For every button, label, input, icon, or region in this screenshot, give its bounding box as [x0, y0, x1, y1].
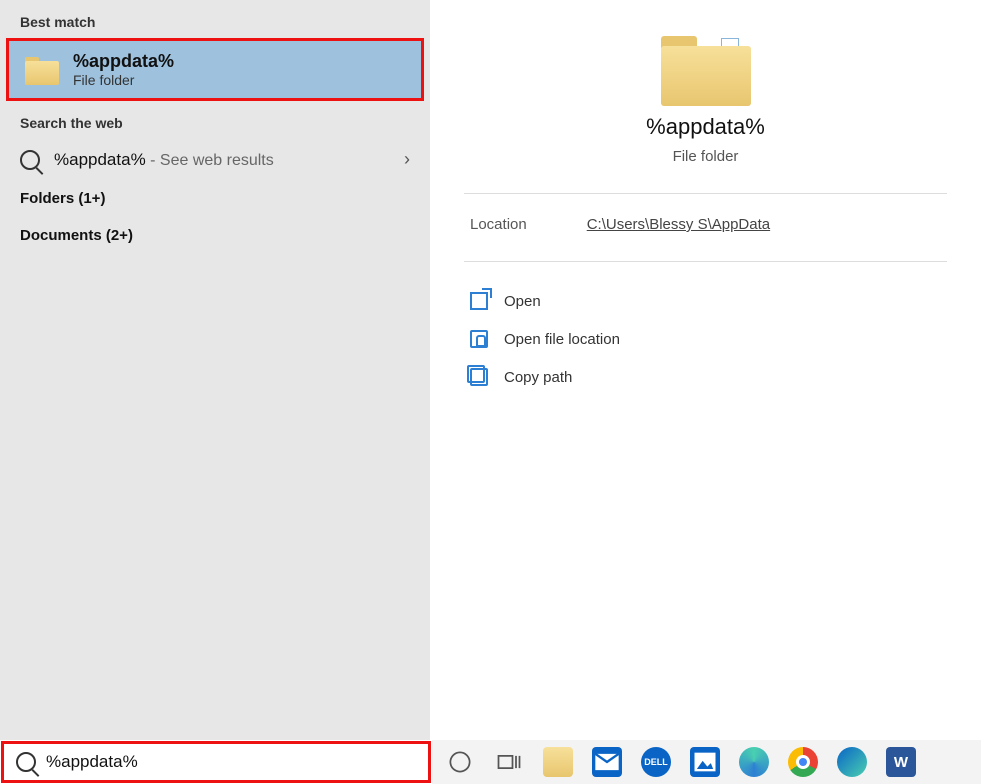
location-path-link[interactable]: C:\Users\Blessy S\AppData: [587, 216, 770, 233]
main-area: Best match %appdata% File folder Search …: [0, 0, 981, 740]
copy-icon: [470, 368, 488, 386]
hero: %appdata% File folder: [464, 30, 947, 193]
web-result-left: %appdata% - See web results: [20, 150, 274, 170]
best-match-title: %appdata%: [73, 51, 174, 72]
results-column: Best match %appdata% File folder Search …: [0, 0, 430, 740]
search-icon: [16, 752, 36, 772]
taskbar: DELL W: [0, 740, 981, 784]
open-icon: [470, 292, 488, 310]
best-match-result[interactable]: %appdata% File folder: [6, 38, 424, 101]
folder-icon: [25, 55, 59, 85]
documents-category[interactable]: Documents (2+): [0, 217, 430, 254]
chrome-button[interactable]: [783, 742, 823, 782]
pictures-button[interactable]: [685, 742, 725, 782]
action-copy-path[interactable]: Copy path: [464, 360, 947, 394]
details-subtitle: File folder: [673, 148, 739, 165]
details-column: %appdata% File folder Location C:\Users\…: [430, 0, 981, 740]
task-view-button[interactable]: [489, 742, 529, 782]
location-icon: [470, 330, 488, 348]
details-inner: %appdata% File folder Location C:\Users\…: [430, 0, 981, 394]
taskbar-tray: DELL W: [432, 740, 981, 784]
dell-app-button[interactable]: DELL: [636, 742, 676, 782]
action-open-label: Open: [504, 293, 541, 310]
action-open[interactable]: Open: [464, 284, 947, 318]
edge-button[interactable]: [832, 742, 872, 782]
mail-button[interactable]: [587, 742, 627, 782]
best-match-texts: %appdata% File folder: [73, 51, 174, 88]
web-hint: - See web results: [146, 152, 274, 169]
details-title: %appdata%: [646, 114, 765, 140]
action-open-file-location[interactable]: Open file location: [464, 322, 947, 356]
search-icon: [20, 150, 40, 170]
taskbar-search-box[interactable]: [1, 741, 431, 783]
web-result-row[interactable]: %appdata% - See web results ›: [0, 139, 430, 180]
actions-list: Open Open file location Copy path: [464, 284, 947, 394]
chevron-right-icon: ›: [404, 149, 410, 170]
search-input[interactable]: [46, 752, 416, 772]
best-match-header: Best match: [0, 0, 430, 38]
folders-category[interactable]: Folders (1+): [0, 180, 430, 217]
windows-search-panel: Best match %appdata% File folder Search …: [0, 0, 981, 784]
file-explorer-button[interactable]: [538, 742, 578, 782]
best-match-subtitle: File folder: [73, 72, 174, 88]
divider: [464, 193, 947, 194]
location-label: Location: [470, 216, 527, 233]
cortana-button[interactable]: [440, 742, 480, 782]
web-result-text: %appdata% - See web results: [54, 150, 274, 170]
location-row: Location C:\Users\Blessy S\AppData: [464, 216, 947, 261]
web-term: %appdata%: [54, 150, 146, 169]
action-open-location-label: Open file location: [504, 331, 620, 348]
action-copy-path-label: Copy path: [504, 369, 572, 386]
edge-classic-button[interactable]: [734, 742, 774, 782]
word-button[interactable]: W: [881, 742, 921, 782]
search-web-header: Search the web: [0, 101, 430, 139]
divider: [464, 261, 947, 262]
folder-icon: [661, 30, 751, 106]
